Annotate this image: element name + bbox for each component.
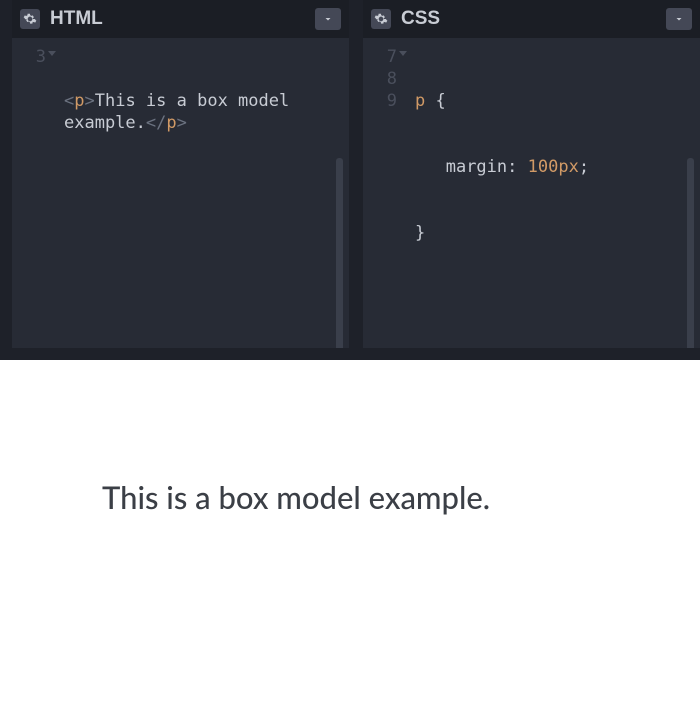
line-number: 8	[387, 69, 397, 89]
css-panel-title: CSS	[401, 8, 440, 30]
scrollbar[interactable]	[336, 158, 343, 348]
html-panel: HTML 3 <p>This is a box model example.</…	[12, 0, 349, 348]
chevron-down-icon[interactable]	[666, 8, 692, 30]
line-number: 7	[387, 47, 397, 67]
gear-icon[interactable]	[20, 9, 40, 29]
css-code-area[interactable]: 7 8 9 p { margin: 100px; }	[363, 38, 700, 348]
css-code[interactable]: p { margin: 100px; }	[401, 46, 700, 348]
fold-icon[interactable]	[399, 51, 407, 56]
preview-pane: This is a box model example.	[0, 360, 700, 703]
preview-content: This is a box model example.	[0, 360, 700, 516]
chevron-down-icon[interactable]	[315, 8, 341, 30]
html-code[interactable]: <p>This is a box model example.</p>	[50, 46, 349, 348]
html-panel-title: HTML	[50, 8, 103, 30]
html-panel-header: HTML	[12, 0, 349, 38]
html-code-area[interactable]: 3 <p>This is a box model example.</p>	[12, 38, 349, 348]
css-panel: CSS 7 8 9 p { margin: 100px; }	[363, 0, 700, 348]
line-number: 3	[36, 47, 46, 67]
css-panel-header: CSS	[363, 0, 700, 38]
editors-row: HTML 3 <p>This is a box model example.</…	[0, 0, 700, 360]
preview-paragraph: This is a box model example.	[102, 478, 700, 516]
css-gutter: 7 8 9	[363, 46, 401, 348]
fold-icon[interactable]	[48, 51, 56, 56]
scrollbar[interactable]	[687, 158, 694, 348]
gear-icon[interactable]	[371, 9, 391, 29]
html-gutter: 3	[12, 46, 50, 348]
line-number: 9	[387, 91, 397, 111]
